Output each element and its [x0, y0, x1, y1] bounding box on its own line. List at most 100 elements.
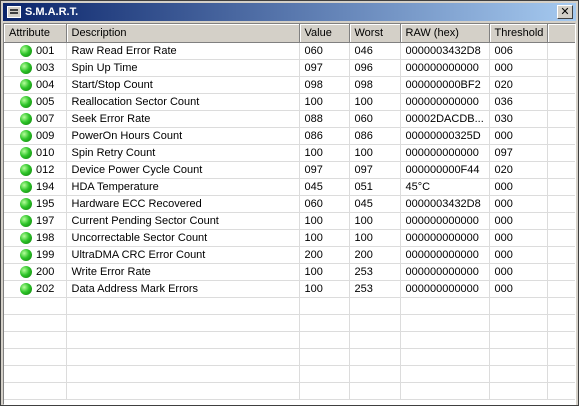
table-row[interactable]: 200 Write Error Rate 100 253 000000000000 000: [4, 263, 575, 281]
table-row[interactable]: 010 Spin Retry Count 100 100 000000000000 097: [4, 144, 575, 162]
worst-cell: 200: [349, 246, 401, 264]
attribute-id: 197: [36, 215, 55, 228]
description-cell: UltraDMA CRC Error Count: [66, 246, 300, 264]
threshold-cell: 000: [489, 127, 548, 145]
description-cell: Hardware ECC Recovered: [66, 195, 300, 213]
filler-cell: [547, 195, 575, 213]
threshold-cell: 000: [489, 229, 548, 247]
raw-cell: 000000000F44: [400, 161, 490, 179]
worst-cell: 045: [349, 195, 401, 213]
table-row[interactable]: 003 Spin Up Time 097 096 000000000000 000: [4, 59, 575, 77]
table-row[interactable]: 005 Reallocation Sector Count 100 100 000000…: [4, 93, 575, 111]
table-row[interactable]: 198 Uncorrectable Sector Count 100 100 00000…: [4, 229, 575, 247]
filler-cell: [547, 263, 575, 281]
empty-cell: [299, 382, 350, 400]
empty-cell: [547, 331, 575, 349]
empty-cell: [299, 331, 350, 349]
header-row: Attribute Description Value Worst RAW (h…: [4, 24, 575, 43]
empty-cell: [547, 365, 575, 383]
filler-cell: [547, 212, 575, 230]
attribute-id: 199: [36, 249, 55, 262]
threshold-cell: 000: [489, 178, 548, 196]
column-header-threshold[interactable]: Threshold: [489, 24, 548, 43]
description-cell: Spin Up Time: [66, 59, 300, 77]
description-cell: HDA Temperature: [66, 178, 300, 196]
empty-row: [4, 365, 575, 383]
green-ok-dot-icon: [20, 232, 32, 245]
attribute-id: 010: [36, 147, 55, 160]
table-row[interactable]: 197 Current Pending Sector Count 100 100 000…: [4, 212, 575, 230]
empty-cell: [4, 331, 67, 349]
column-header-raw[interactable]: RAW (hex): [400, 24, 490, 43]
table-row[interactable]: 001 Raw Read Error Rate 060 046 0000003432D8…: [4, 42, 575, 60]
column-header-description[interactable]: Description: [66, 24, 300, 43]
green-ok-dot-icon: [20, 181, 32, 194]
green-ok-dot-icon: [20, 96, 32, 109]
attribute-id: 003: [36, 62, 55, 75]
attribute-cell: 007: [4, 110, 67, 128]
empty-cell: [489, 365, 548, 383]
column-header-worst[interactable]: Worst: [349, 24, 401, 43]
value-cell: 097: [299, 59, 350, 77]
raw-cell: 000000000000: [400, 246, 490, 264]
filler-cell: [547, 280, 575, 298]
title-bar[interactable]: S.M.A.R.T. ✕: [3, 3, 576, 21]
smart-attribute-grid[interactable]: Attribute Description Value Worst RAW (h…: [3, 23, 576, 405]
worst-cell: 096: [349, 59, 401, 77]
close-button[interactable]: ✕: [557, 5, 573, 19]
window-menu-icon[interactable]: [7, 6, 21, 18]
table-row[interactable]: 007 Seek Error Rate 088 060 00002DACDB... 030: [4, 110, 575, 128]
empty-cell: [349, 331, 401, 349]
threshold-cell: 000: [489, 59, 548, 77]
column-header-attribute[interactable]: Attribute: [4, 24, 67, 43]
column-header-value[interactable]: Value: [299, 24, 350, 43]
attribute-id: 004: [36, 79, 55, 92]
filler-cell: [547, 59, 575, 77]
filler-cell: [547, 76, 575, 94]
threshold-cell: 000: [489, 263, 548, 281]
empty-cell: [4, 348, 67, 366]
value-cell: 100: [299, 144, 350, 162]
table-row[interactable]: 004 Start/Stop Count 098 098 000000000BF2 020: [4, 76, 575, 94]
green-ok-dot-icon: [20, 266, 32, 279]
empty-cell: [349, 382, 401, 400]
empty-cell: [4, 365, 67, 383]
attribute-id: 200: [36, 266, 55, 279]
threshold-cell: 000: [489, 195, 548, 213]
window-title: S.M.A.R.T.: [25, 6, 79, 18]
empty-cell: [400, 314, 490, 332]
table-row[interactable]: 012 Device Power Cycle Count 097 097 0000000…: [4, 161, 575, 179]
value-cell: 086: [299, 127, 350, 145]
attribute-cell: 202: [4, 280, 67, 298]
value-cell: 200: [299, 246, 350, 264]
raw-cell: 000000000000: [400, 263, 490, 281]
value-cell: 100: [299, 93, 350, 111]
description-cell: Seek Error Rate: [66, 110, 300, 128]
empty-row: [4, 297, 575, 315]
table-row[interactable]: 195 Hardware ECC Recovered 060 045 000000343…: [4, 195, 575, 213]
raw-cell: 00000000325D: [400, 127, 490, 145]
attribute-id: 009: [36, 130, 55, 143]
empty-cell: [489, 382, 548, 400]
raw-cell: 000000000BF2: [400, 76, 490, 94]
threshold-cell: 030: [489, 110, 548, 128]
value-cell: 098: [299, 76, 350, 94]
raw-cell: 0000003432D8: [400, 42, 490, 60]
green-ok-dot-icon: [20, 45, 32, 58]
table-row[interactable]: 202 Data Address Mark Errors 100 253 0000000…: [4, 280, 575, 298]
table-row[interactable]: 199 UltraDMA CRC Error Count 200 200 0000000…: [4, 246, 575, 264]
raw-cell: 000000000000: [400, 93, 490, 111]
attribute-cell: 200: [4, 263, 67, 281]
empty-row: [4, 348, 575, 366]
attribute-cell: 004: [4, 76, 67, 94]
table-row[interactable]: 009 PowerOn Hours Count 086 086 00000000325D…: [4, 127, 575, 145]
filler-cell: [547, 229, 575, 247]
green-ok-dot-icon: [20, 249, 32, 262]
table-row[interactable]: 194 HDA Temperature 045 051 45°C 000: [4, 178, 575, 196]
empty-cell: [489, 314, 548, 332]
attribute-id: 202: [36, 283, 55, 296]
description-cell: Current Pending Sector Count: [66, 212, 300, 230]
empty-cell: [547, 314, 575, 332]
worst-cell: 100: [349, 229, 401, 247]
filler-cell: [547, 161, 575, 179]
